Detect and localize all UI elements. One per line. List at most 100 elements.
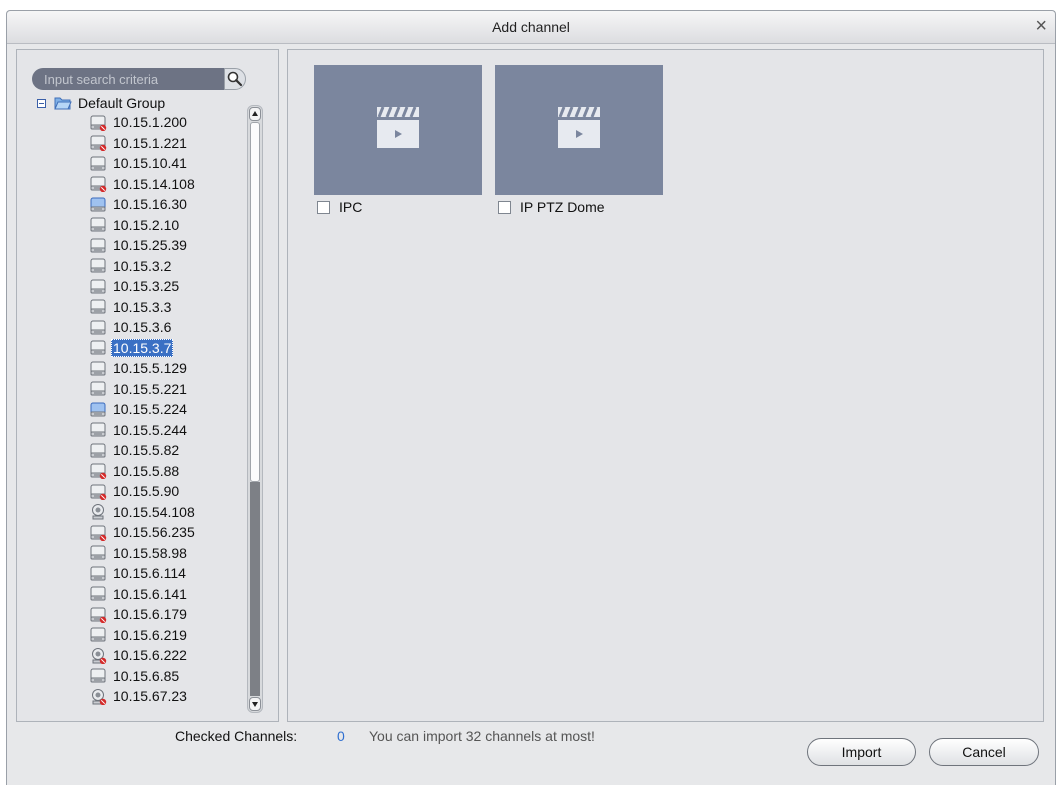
- device-item[interactable]: 10.15.2.10: [89, 215, 197, 236]
- collapse-icon[interactable]: [37, 98, 46, 108]
- tree-group-label: Default Group: [78, 95, 166, 111]
- dvr-blue-icon: [90, 197, 106, 212]
- device-label: 10.15.10.41: [113, 155, 187, 172]
- device-label: 10.15.25.39: [113, 237, 187, 254]
- title-bar[interactable]: Add channel ×: [7, 11, 1055, 44]
- channel-thumbnail[interactable]: [495, 65, 663, 195]
- video-clapper-icon: [377, 106, 419, 148]
- search-input[interactable]: [32, 68, 224, 90]
- device-item[interactable]: 10.15.6.179: [89, 604, 197, 625]
- dvr-icon: [90, 668, 106, 683]
- device-label: 10.15.5.221: [113, 380, 187, 397]
- checked-channels-count: 0: [337, 728, 345, 744]
- dvr-icon: [90, 320, 106, 335]
- dvr-icon: [90, 238, 106, 253]
- scroll-up-icon[interactable]: [249, 107, 261, 121]
- device-label: 10.15.67.23: [113, 688, 187, 705]
- tree-group-default[interactable]: Default Group: [37, 94, 165, 112]
- device-label: 10.15.14.108: [113, 175, 195, 192]
- camera-offline-icon: [92, 647, 107, 664]
- dvr-blue-icon: [90, 402, 106, 417]
- device-item[interactable]: 10.15.3.25: [89, 276, 197, 297]
- device-item[interactable]: 10.15.5.82: [89, 440, 197, 461]
- device-label: 10.15.5.90: [113, 483, 180, 500]
- device-label: 10.15.6.222: [113, 647, 187, 664]
- device-label: 10.15.3.25: [113, 278, 180, 295]
- dvr-icon: [90, 566, 106, 581]
- device-item[interactable]: 10.15.10.41: [89, 153, 197, 174]
- device-tree-panel: Default Group 10.15.1.200 10.15.1.221 10.1…: [16, 49, 279, 722]
- channel-checkbox[interactable]: [317, 200, 330, 214]
- device-item[interactable]: 10.15.67.23: [89, 686, 197, 707]
- dvr-icon: [90, 627, 106, 642]
- device-item[interactable]: 10.15.6.114: [89, 563, 197, 584]
- device-label: 10.15.5.244: [113, 421, 187, 438]
- device-item[interactable]: 10.15.5.90: [89, 481, 197, 502]
- device-item[interactable]: 10.15.5.224: [89, 399, 197, 420]
- device-label: 10.15.6.179: [113, 606, 187, 623]
- dvr-icon: [90, 443, 106, 458]
- search-button[interactable]: [224, 68, 246, 90]
- device-item[interactable]: 10.15.14.108: [89, 174, 197, 195]
- device-label: 10.15.6.114: [113, 565, 186, 582]
- device-label: 10.15.6.219: [113, 626, 187, 643]
- dvr-icon: [90, 217, 106, 232]
- device-item[interactable]: 10.15.25.39: [89, 235, 197, 256]
- dvr-offline-icon: [90, 484, 107, 500]
- channel-card-ipc[interactable]: IPC: [314, 65, 482, 215]
- device-item[interactable]: 10.15.5.221: [89, 379, 197, 400]
- device-label: 10.15.1.221: [113, 134, 187, 151]
- device-label: 10.15.54.108: [113, 503, 195, 520]
- device-item[interactable]: 10.15.58.98: [89, 543, 197, 564]
- dialog-title: Add channel: [492, 19, 570, 35]
- dvr-offline-icon: [90, 463, 107, 480]
- device-label: 10.15.1.200: [113, 114, 187, 131]
- channel-checkbox-row[interactable]: IP PTZ Dome: [495, 199, 663, 215]
- channel-label: IPC: [339, 199, 363, 215]
- search-box: [32, 68, 246, 90]
- device-item[interactable]: 10.15.5.88: [89, 461, 197, 482]
- import-button[interactable]: Import: [807, 738, 916, 766]
- camera-offline-icon: [92, 688, 107, 705]
- dvr-offline-icon: [90, 525, 107, 541]
- search-icon: [227, 71, 243, 87]
- cancel-button[interactable]: Cancel: [929, 738, 1039, 766]
- device-label: 10.15.6.85: [113, 667, 180, 684]
- device-item[interactable]: 10.15.16.30: [89, 194, 197, 215]
- channel-checkbox[interactable]: [498, 200, 511, 214]
- tree-scrollbar[interactable]: [247, 105, 263, 713]
- device-item[interactable]: 10.15.54.108: [89, 502, 197, 523]
- device-item[interactable]: 10.15.1.200: [89, 112, 197, 133]
- device-item[interactable]: 10.15.6.85: [89, 666, 197, 687]
- channel-card-ip-ptz-dome[interactable]: IP PTZ Dome: [495, 65, 663, 215]
- channel-thumbnail[interactable]: [314, 65, 482, 195]
- dvr-icon: [90, 422, 106, 437]
- camera-icon: [92, 504, 104, 520]
- device-item[interactable]: 10.15.6.141: [89, 584, 197, 605]
- device-item[interactable]: 10.15.1.221: [89, 133, 197, 154]
- device-item[interactable]: 10.15.56.235: [89, 522, 197, 543]
- channel-checkbox-row[interactable]: IPC: [314, 199, 482, 215]
- dvr-offline-icon: [90, 176, 107, 193]
- dvr-icon: [90, 258, 106, 273]
- device-item[interactable]: 10.15.3.6: [89, 317, 197, 338]
- dvr-icon: [90, 156, 106, 171]
- device-item[interactable]: 10.15.3.2: [89, 256, 197, 277]
- dvr-icon: [90, 340, 106, 355]
- scroll-thumb[interactable]: [250, 122, 260, 482]
- scroll-down-icon[interactable]: [249, 697, 261, 711]
- device-item[interactable]: 10.15.5.129: [89, 358, 197, 379]
- device-label: 10.15.5.129: [113, 360, 187, 377]
- device-item[interactable]: 10.15.5.244: [89, 420, 197, 441]
- dvr-icon: [90, 381, 106, 396]
- close-icon[interactable]: ×: [1035, 15, 1047, 37]
- device-label: 10.15.5.82: [113, 442, 180, 459]
- device-label: 10.15.3.3: [113, 298, 172, 315]
- device-item[interactable]: 10.15.3.7: [89, 338, 197, 359]
- checked-channels-label: Checked Channels:: [175, 728, 298, 744]
- scroll-track[interactable]: [250, 482, 260, 696]
- device-item[interactable]: 10.15.6.222: [89, 645, 197, 666]
- channel-panel: IPC IP PTZ Dome: [287, 49, 1044, 722]
- device-item[interactable]: 10.15.3.3: [89, 297, 197, 318]
- device-item[interactable]: 10.15.6.219: [89, 625, 197, 646]
